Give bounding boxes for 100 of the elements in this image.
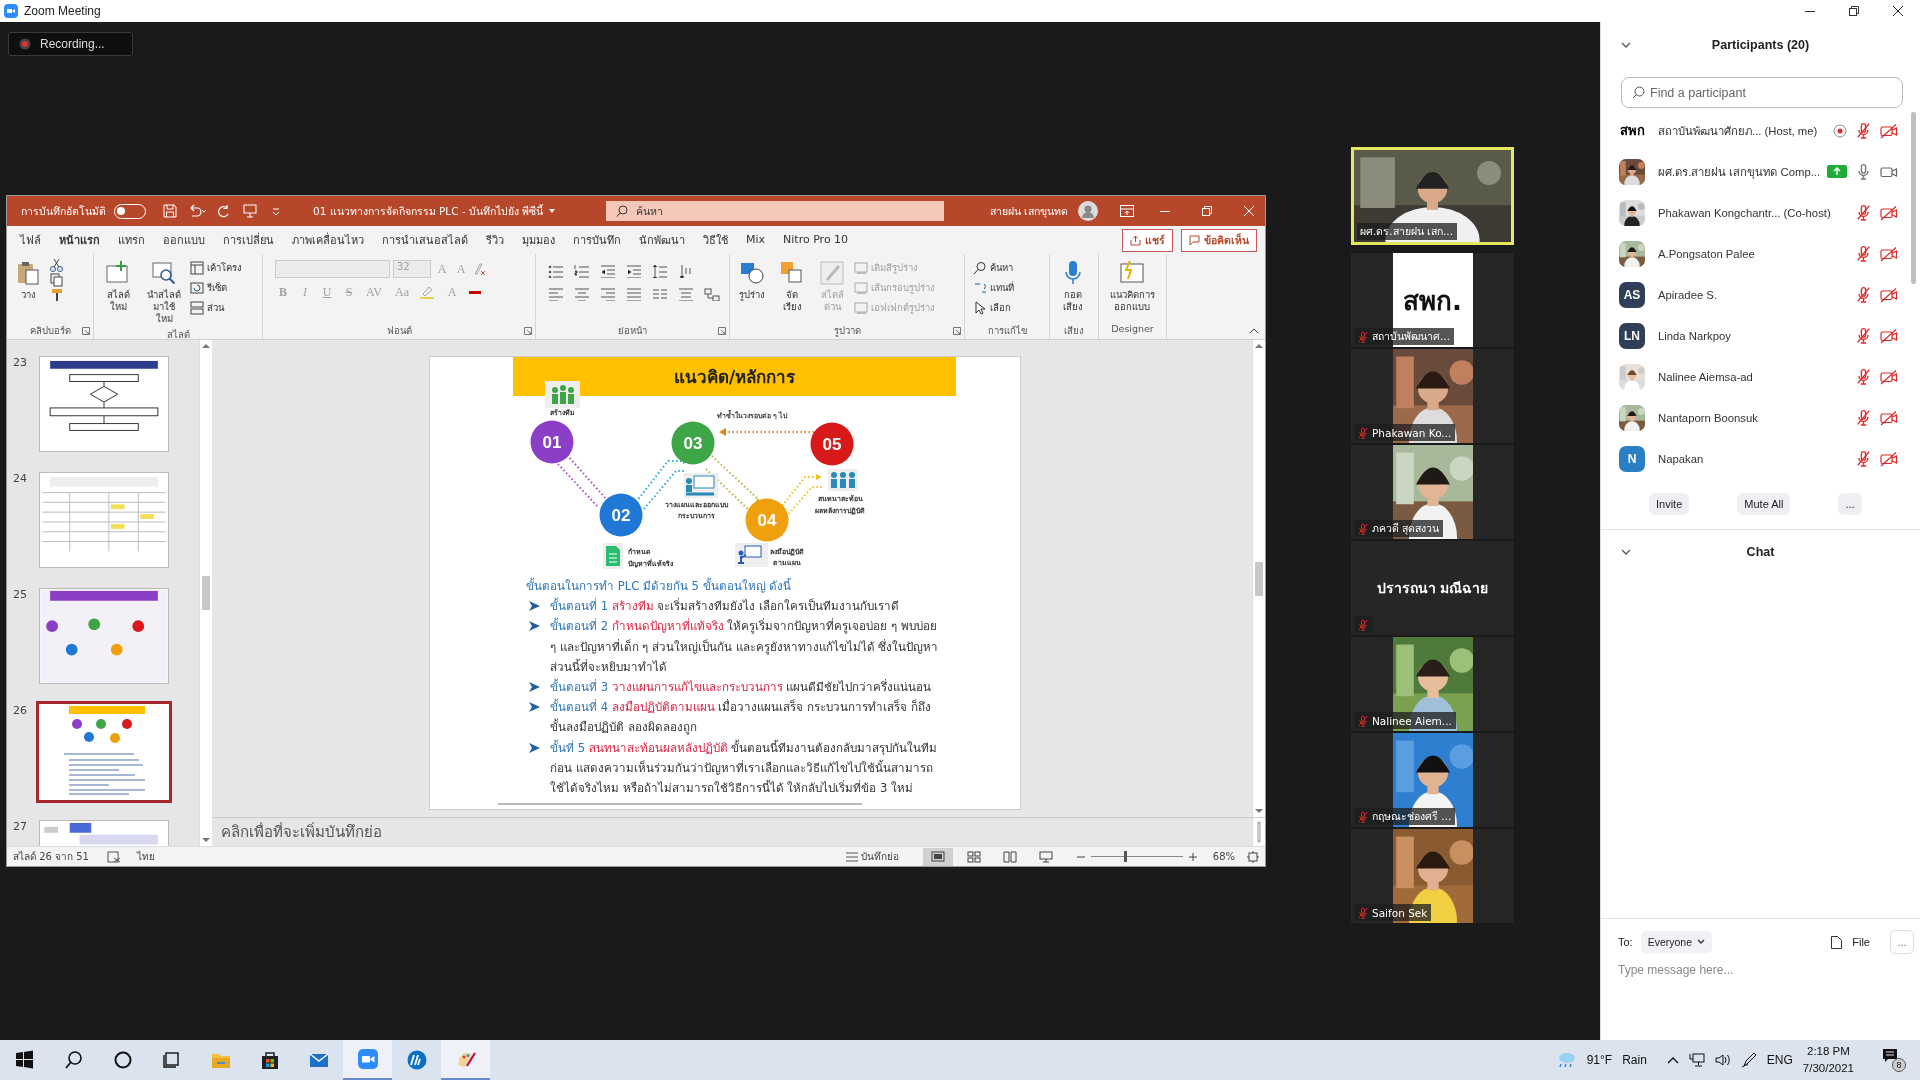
ribbon-tab[interactable]: ไฟล์ [11,224,50,256]
presentation-icon[interactable] [243,204,257,218]
ribbon-tab[interactable]: Nitro Pro 10 [774,227,858,253]
ribbon-button[interactable]: กอด เสียง [1054,258,1092,315]
share-button[interactable]: แชร์ [1122,228,1173,252]
scroll-up-icon[interactable] [1255,821,1263,824]
comments-button[interactable]: ข้อคิดเห็น [1181,228,1257,252]
zoom-in-icon[interactable] [1188,852,1197,861]
collapse-icon[interactable] [1621,41,1631,49]
bullet-list-icon[interactable] [548,264,564,278]
notes-button[interactable]: บันทึกย่อ [845,849,899,864]
panel-button[interactable]: ... [1838,493,1862,515]
show-hidden-icons-icon[interactable] [1666,1056,1679,1064]
ribbon-tab[interactable]: ออกแบบ [154,224,214,256]
ribbon-tab[interactable]: การเปลี่ยน [214,224,283,256]
volume-icon[interactable] [1714,1053,1731,1067]
format-painter-icon[interactable] [49,288,65,302]
ribbon-button[interactable]: รูปร่าง [734,258,770,303]
participant-row[interactable]: Nalinee Aiemsa-ad [1601,356,1920,397]
file-button[interactable]: File [1831,935,1870,949]
ribbon-tab[interactable]: Mix [737,227,775,253]
restore-icon[interactable] [1202,206,1212,216]
participant-row[interactable]: LN Linda Narkpoy [1601,315,1920,356]
scroll-up-icon[interactable] [1255,343,1263,349]
decrease-indent-icon[interactable] [600,264,616,278]
participant-row[interactable]: สพก สถาบันพัฒนาศักยภ... (Host, me) [1601,110,1920,151]
ribbon-button[interactable]: จัดเรียง [774,258,810,315]
clear-formatting-icon[interactable] [472,262,486,276]
participant-row[interactable]: AS Apiradee S. [1601,274,1920,315]
smartart-icon[interactable] [704,287,720,301]
participant-row[interactable]: Phakawan Kongchantr... (Co-host) [1601,192,1920,233]
scroll-up-icon[interactable] [202,343,210,349]
numbered-list-icon[interactable] [574,264,590,278]
ribbon-button[interactable]: ค้นหา [973,258,1014,277]
text-direction-icon[interactable] [678,264,694,278]
search-field[interactable]: ค้นหา [606,201,945,221]
ribbon-tab[interactable]: วิธีใช้ [694,224,737,256]
cut-icon[interactable] [49,258,65,272]
ribbon-tab[interactable]: นักพัฒนา [630,224,694,256]
slide-thumbnail[interactable] [39,472,169,568]
font-name-field[interactable] [275,260,390,278]
redo-icon[interactable] [217,204,231,218]
notes-field[interactable]: คลิกเพื่อที่จะเพิ่มบันทึกย่อ [212,820,1252,844]
line-spacing-icon[interactable] [652,264,668,278]
participant-row[interactable]: Nantaporn Boonsuk [1601,397,1920,438]
message-field[interactable]: Type message here... [1618,963,1914,977]
scrollbar[interactable] [1911,112,1916,284]
notification-button[interactable]: 8 [1882,1048,1906,1072]
ribbon-tab[interactable]: มุมมอง [513,224,564,256]
ribbon-button[interactable]: เลือก [973,298,1014,317]
ribbon-button[interactable]: ส่วน [190,298,242,317]
scroll-thumb-icon[interactable] [202,576,210,610]
clock[interactable]: 2:18 PM 7/30/2021 [1802,1043,1854,1077]
participant-row[interactable]: A.Pongsaton Palee [1601,233,1920,274]
ribbon-tab[interactable]: รีวิว [477,224,513,256]
input-language[interactable]: ENG [1766,1053,1793,1067]
ribbon-button[interactable]: แทนที่ [973,278,1014,297]
increase-indent-icon[interactable] [626,264,642,278]
network-icon[interactable] [1688,1053,1705,1067]
restore-icon[interactable] [1849,6,1859,16]
ribbon-tab[interactable]: การนำเสนอสไลด์ [373,224,477,256]
ribbon-button[interactable]: แนวคิดการออกแบบ [1103,258,1161,315]
close-icon[interactable] [1893,6,1903,16]
ribbon-button[interactable]: เค้าโครง [190,258,242,277]
slide-thumbnail[interactable] [39,356,169,452]
fit-to-window-icon[interactable] [1247,850,1259,863]
collapse-icon[interactable] [1621,548,1631,556]
dialog-launcher-icon[interactable] [524,327,532,335]
more-button[interactable]: ... [1890,930,1914,954]
save-icon[interactable] [163,204,177,218]
scroll-down-icon[interactable] [1255,840,1263,843]
spellcheck-icon[interactable] [107,850,121,863]
scroll-down-icon[interactable] [1255,808,1263,814]
ribbon-tab[interactable]: แทรก [109,224,154,256]
dialog-launcher-icon[interactable] [953,327,961,335]
view-button[interactable] [922,847,953,866]
participant-row[interactable]: ผศ.ดร.สายฝน เสกขุนทด Comp... [1601,151,1920,192]
participant-row[interactable]: N Napakan [1601,438,1920,479]
panel-button[interactable]: Mute All [1737,493,1791,515]
user-avatar-icon[interactable] [1078,201,1098,221]
scroll-thumb-icon[interactable] [1255,823,1263,841]
customize-icon[interactable] [271,206,281,216]
scroll-down-icon[interactable] [202,837,210,843]
recipient-dropdown[interactable]: Everyone [1640,931,1713,953]
ribbon-tab[interactable]: ภาพเคลื่อนไหว [283,224,373,256]
ribbon-tab[interactable]: การบันทึก [564,224,630,256]
slide-thumbnail[interactable] [39,588,169,684]
collapse-ribbon-icon[interactable] [1249,327,1259,335]
scroll-thumb-icon[interactable] [1255,561,1263,596]
dialog-launcher-icon[interactable] [718,327,726,335]
ribbon-display-icon[interactable] [1120,205,1134,217]
copy-icon[interactable] [49,273,65,287]
ribbon-button[interactable]: นำสไลด์มาใช้ใหม่ [142,258,186,327]
caret-icon[interactable] [548,207,557,215]
dialog-launcher-icon[interactable] [82,327,90,335]
panel-button[interactable]: Invite [1649,493,1690,515]
ribbon-button[interactable]: รีเซ็ต [190,278,242,297]
ribbon-button[interactable]: วาง [11,258,45,303]
ribbon-button[interactable]: สไลด์ใหม่ [98,258,138,315]
pen-icon[interactable] [1740,1052,1757,1068]
